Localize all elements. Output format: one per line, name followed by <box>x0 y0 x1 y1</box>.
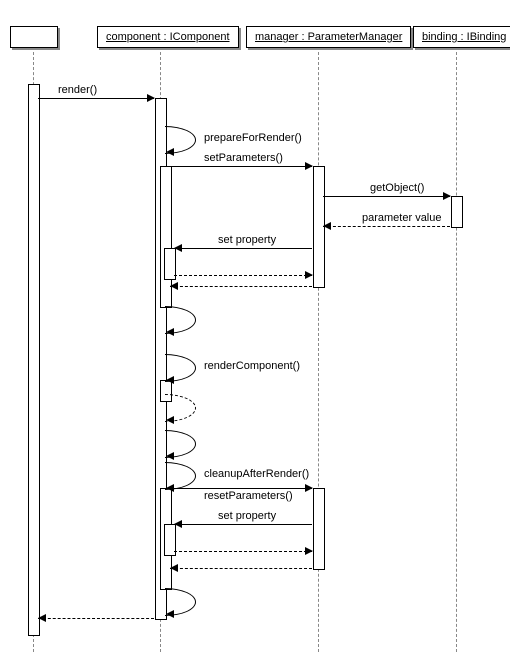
arrow-setprop2 <box>174 524 312 525</box>
arrowhead-icon <box>174 520 182 528</box>
arrow-setparams <box>170 166 312 167</box>
label-paramvalue: parameter value <box>362 212 442 224</box>
arrowhead-icon <box>166 610 174 618</box>
participant-component: component : IComponent <box>97 26 239 48</box>
arrowhead-icon <box>166 328 174 336</box>
arrowhead-icon <box>166 376 174 384</box>
label-render: render() <box>58 84 97 96</box>
arrowhead-icon <box>305 271 313 279</box>
arrow-finalreturn <box>38 618 154 619</box>
arrowhead-icon <box>174 244 182 252</box>
label-prepare: prepareForRender() <box>204 132 302 144</box>
arrowhead-icon <box>323 222 331 230</box>
sequence-diagram: component : IComponent manager : Paramet… <box>0 0 510 671</box>
label-setparams: setParameters() <box>204 152 283 164</box>
activation-actor <box>28 84 40 636</box>
label-getobject: getObject() <box>370 182 424 194</box>
label-cleanup: cleanupAfterRender() <box>204 468 309 480</box>
arrowhead-icon <box>38 614 46 622</box>
label-resetparams: resetParameters() <box>204 490 293 502</box>
participant-manager: manager : ParameterManager <box>246 26 411 48</box>
label-setprop2: set property <box>218 510 276 522</box>
arrowhead-icon <box>305 484 313 492</box>
arrowhead-icon <box>305 162 313 170</box>
arrowhead-icon <box>166 452 174 460</box>
arrow-setprop1 <box>174 248 312 249</box>
activation-manager2 <box>313 488 325 570</box>
participant-binding: binding : IBinding <box>413 26 510 48</box>
arrowhead-icon <box>305 547 313 555</box>
arrowhead-icon <box>443 192 451 200</box>
arrow-getobject <box>323 196 450 197</box>
arrow-return2 <box>170 286 312 287</box>
participant-actor <box>10 26 58 48</box>
arrow-resetparams <box>170 488 312 489</box>
arrow-return3 <box>174 551 312 552</box>
arrowhead-icon <box>147 94 155 102</box>
label-rendercomp: renderComponent() <box>204 360 300 372</box>
arrow-render <box>38 98 154 99</box>
arrowhead-icon <box>170 564 178 572</box>
arrow-return4 <box>170 568 312 569</box>
label-setprop1: set property <box>218 234 276 246</box>
arrow-return1 <box>174 275 312 276</box>
arrowhead-icon <box>166 416 174 424</box>
arrowhead-icon <box>170 282 178 290</box>
arrowhead-icon <box>166 148 174 156</box>
arrow-paramvalue <box>323 226 450 227</box>
activation-binding <box>451 196 463 228</box>
lifeline-binding <box>456 52 457 652</box>
